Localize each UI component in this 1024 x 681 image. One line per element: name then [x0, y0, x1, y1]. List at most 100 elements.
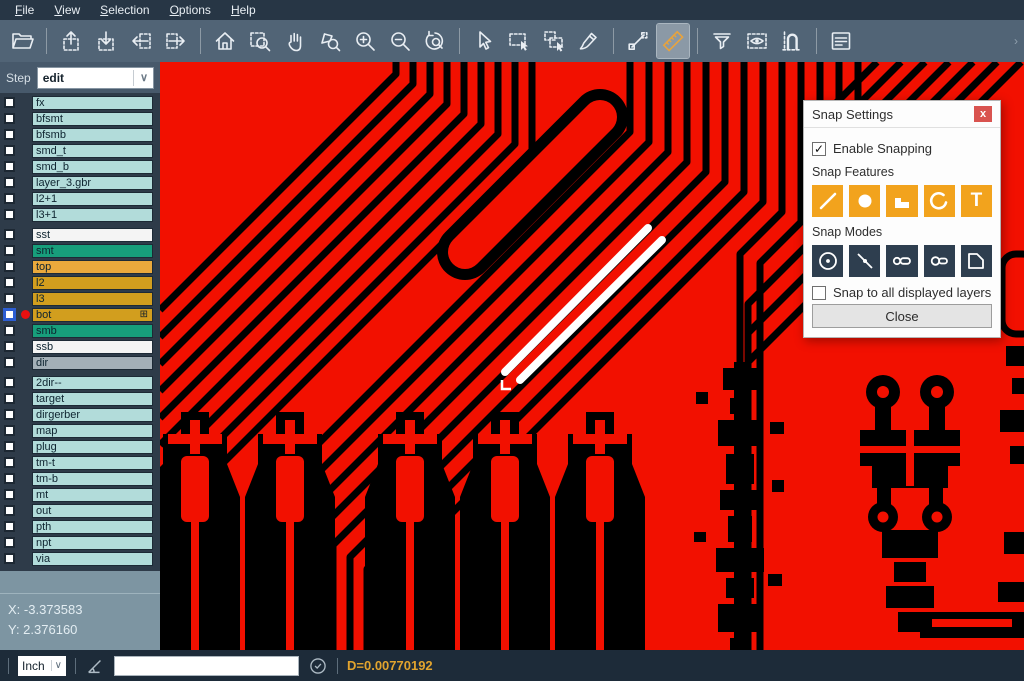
- layer-row-smd_b[interactable]: smd_b: [0, 159, 160, 174]
- layer-name-cell[interactable]: via: [32, 552, 153, 566]
- layer-name-cell[interactable]: smt: [32, 244, 153, 258]
- text-snap-button[interactable]: T: [961, 185, 992, 217]
- zoom-polygon-button[interactable]: [314, 24, 346, 58]
- layer-row-2dir--[interactable]: 2dir--: [0, 375, 160, 390]
- measure-button[interactable]: [622, 24, 654, 58]
- layer-name-cell[interactable]: l2+1: [32, 192, 153, 206]
- layer-row-target[interactable]: target: [0, 391, 160, 406]
- angle-measure-icon[interactable]: [85, 656, 105, 676]
- layer-checkbox-smt[interactable]: [4, 245, 15, 256]
- layer-name-cell[interactable]: bfsmb: [32, 128, 153, 142]
- layer-name-cell[interactable]: tm-t: [32, 456, 153, 470]
- unit-select[interactable]: Inch ∨: [18, 656, 66, 676]
- layer-row-l3+1[interactable]: l3+1: [0, 207, 160, 222]
- close-button[interactable]: Close: [812, 304, 992, 328]
- layer-name-cell[interactable]: ssb: [32, 340, 153, 354]
- select-rect-button[interactable]: [503, 24, 535, 58]
- sync-check-icon[interactable]: [308, 656, 328, 676]
- shift-left-button[interactable]: [125, 24, 157, 58]
- layer-checkbox-plug[interactable]: [4, 441, 15, 452]
- layer-name-cell[interactable]: l3+1: [32, 208, 153, 222]
- corner-mode-button[interactable]: [961, 245, 992, 277]
- layer-row-l2+1[interactable]: l2+1: [0, 191, 160, 206]
- layer-name-cell[interactable]: plug: [32, 440, 153, 454]
- layer-row-l3[interactable]: l3: [0, 291, 160, 306]
- layer-checkbox-out[interactable]: [4, 505, 15, 516]
- layer-name-cell[interactable]: bfsmt: [32, 112, 153, 126]
- layer-row-tm-b[interactable]: tm-b: [0, 471, 160, 486]
- toolbar-overflow-chevron[interactable]: ›: [1014, 34, 1018, 48]
- step-select[interactable]: edit ∨: [37, 67, 154, 89]
- layer-checkbox-l2[interactable]: [4, 277, 15, 288]
- select-button[interactable]: [468, 24, 500, 58]
- layer-checkbox-smd_t[interactable]: [4, 145, 15, 156]
- layer-checkbox-bfsmt[interactable]: [4, 113, 15, 124]
- layer-row-npt[interactable]: npt: [0, 535, 160, 550]
- layer-name-cell[interactable]: fx: [32, 96, 153, 110]
- layer-checkbox-2dir--[interactable]: [4, 377, 15, 388]
- send-bottom-button[interactable]: [90, 24, 122, 58]
- layer-row-out[interactable]: out: [0, 503, 160, 518]
- layer-checkbox-via[interactable]: [4, 553, 15, 564]
- layer-checkbox-l3+1[interactable]: [4, 209, 15, 220]
- layer-row-smb[interactable]: smb: [0, 323, 160, 338]
- layer-checkbox-bfsmb[interactable]: [4, 129, 15, 140]
- layer-row-fx[interactable]: fx: [0, 95, 160, 110]
- layer-name-cell[interactable]: sst: [32, 228, 153, 242]
- visibility-button[interactable]: [741, 24, 773, 58]
- slot-mode-button[interactable]: [924, 245, 955, 277]
- layer-row-smt[interactable]: smt: [0, 243, 160, 258]
- layer-row-tm-t[interactable]: tm-t: [0, 455, 160, 470]
- layer-name-cell[interactable]: target: [32, 392, 153, 406]
- layer-name-cell[interactable]: bot⊞: [32, 308, 153, 322]
- snap-all-layers-checkbox[interactable]: [812, 286, 826, 300]
- snap-button[interactable]: [776, 24, 808, 58]
- layer-row-via[interactable]: via: [0, 551, 160, 566]
- menu-view[interactable]: View: [45, 1, 89, 19]
- layer-name-cell[interactable]: smd_t: [32, 144, 153, 158]
- layer-name-cell[interactable]: npt: [32, 536, 153, 550]
- layer-name-cell[interactable]: map: [32, 424, 153, 438]
- layer-name-cell[interactable]: out: [32, 504, 153, 518]
- layer-checkbox-dir[interactable]: [4, 357, 15, 368]
- line-snap-button[interactable]: [812, 185, 843, 217]
- layer-checkbox-fx[interactable]: [4, 97, 15, 108]
- layer-checkbox-target[interactable]: [4, 393, 15, 404]
- layer-checkbox-layer_3.gbr[interactable]: [4, 177, 15, 188]
- layer-checkbox-l3[interactable]: [4, 293, 15, 304]
- pad-snap-button[interactable]: [849, 185, 880, 217]
- midpoint-mode-button[interactable]: [849, 245, 880, 277]
- layer-row-ssb[interactable]: ssb: [0, 339, 160, 354]
- layer-checkbox-npt[interactable]: [4, 537, 15, 548]
- zoom-previous-button[interactable]: [419, 24, 451, 58]
- zoom-out-button[interactable]: [384, 24, 416, 58]
- layer-checkbox-map[interactable]: [4, 425, 15, 436]
- menu-options[interactable]: Options: [161, 1, 220, 19]
- layer-row-l2[interactable]: l2: [0, 275, 160, 290]
- clean-button[interactable]: [573, 24, 605, 58]
- layer-name-cell[interactable]: smb: [32, 324, 153, 338]
- layer-checkbox-tm-b[interactable]: [4, 473, 15, 484]
- layer-checkbox-dirgerber[interactable]: [4, 409, 15, 420]
- send-top-button[interactable]: [55, 24, 87, 58]
- layer-row-bfsmb[interactable]: bfsmb: [0, 127, 160, 142]
- layer-row-bot[interactable]: bot⊞: [0, 307, 160, 322]
- layer-checkbox-top[interactable]: [4, 261, 15, 272]
- layer-row-top[interactable]: top: [0, 259, 160, 274]
- layer-name-cell[interactable]: dirgerber: [32, 408, 153, 422]
- layer-row-mt[interactable]: mt: [0, 487, 160, 502]
- menu-file[interactable]: File: [6, 1, 43, 19]
- layer-name-cell[interactable]: dir: [32, 356, 153, 370]
- open-button[interactable]: [6, 24, 38, 58]
- pan-button[interactable]: [279, 24, 311, 58]
- layer-checkbox-pth[interactable]: [4, 521, 15, 532]
- layer-checkbox-ssb[interactable]: [4, 341, 15, 352]
- arc-snap-button[interactable]: [924, 185, 955, 217]
- layer-checkbox-bot[interactable]: [4, 309, 15, 320]
- layer-name-cell[interactable]: layer_3.gbr: [32, 176, 153, 190]
- layer-row-pth[interactable]: pth: [0, 519, 160, 534]
- layer-name-cell[interactable]: l3: [32, 292, 153, 306]
- layer-checkbox-sst[interactable]: [4, 229, 15, 240]
- zoom-window-button[interactable]: [244, 24, 276, 58]
- layer-name-cell[interactable]: mt: [32, 488, 153, 502]
